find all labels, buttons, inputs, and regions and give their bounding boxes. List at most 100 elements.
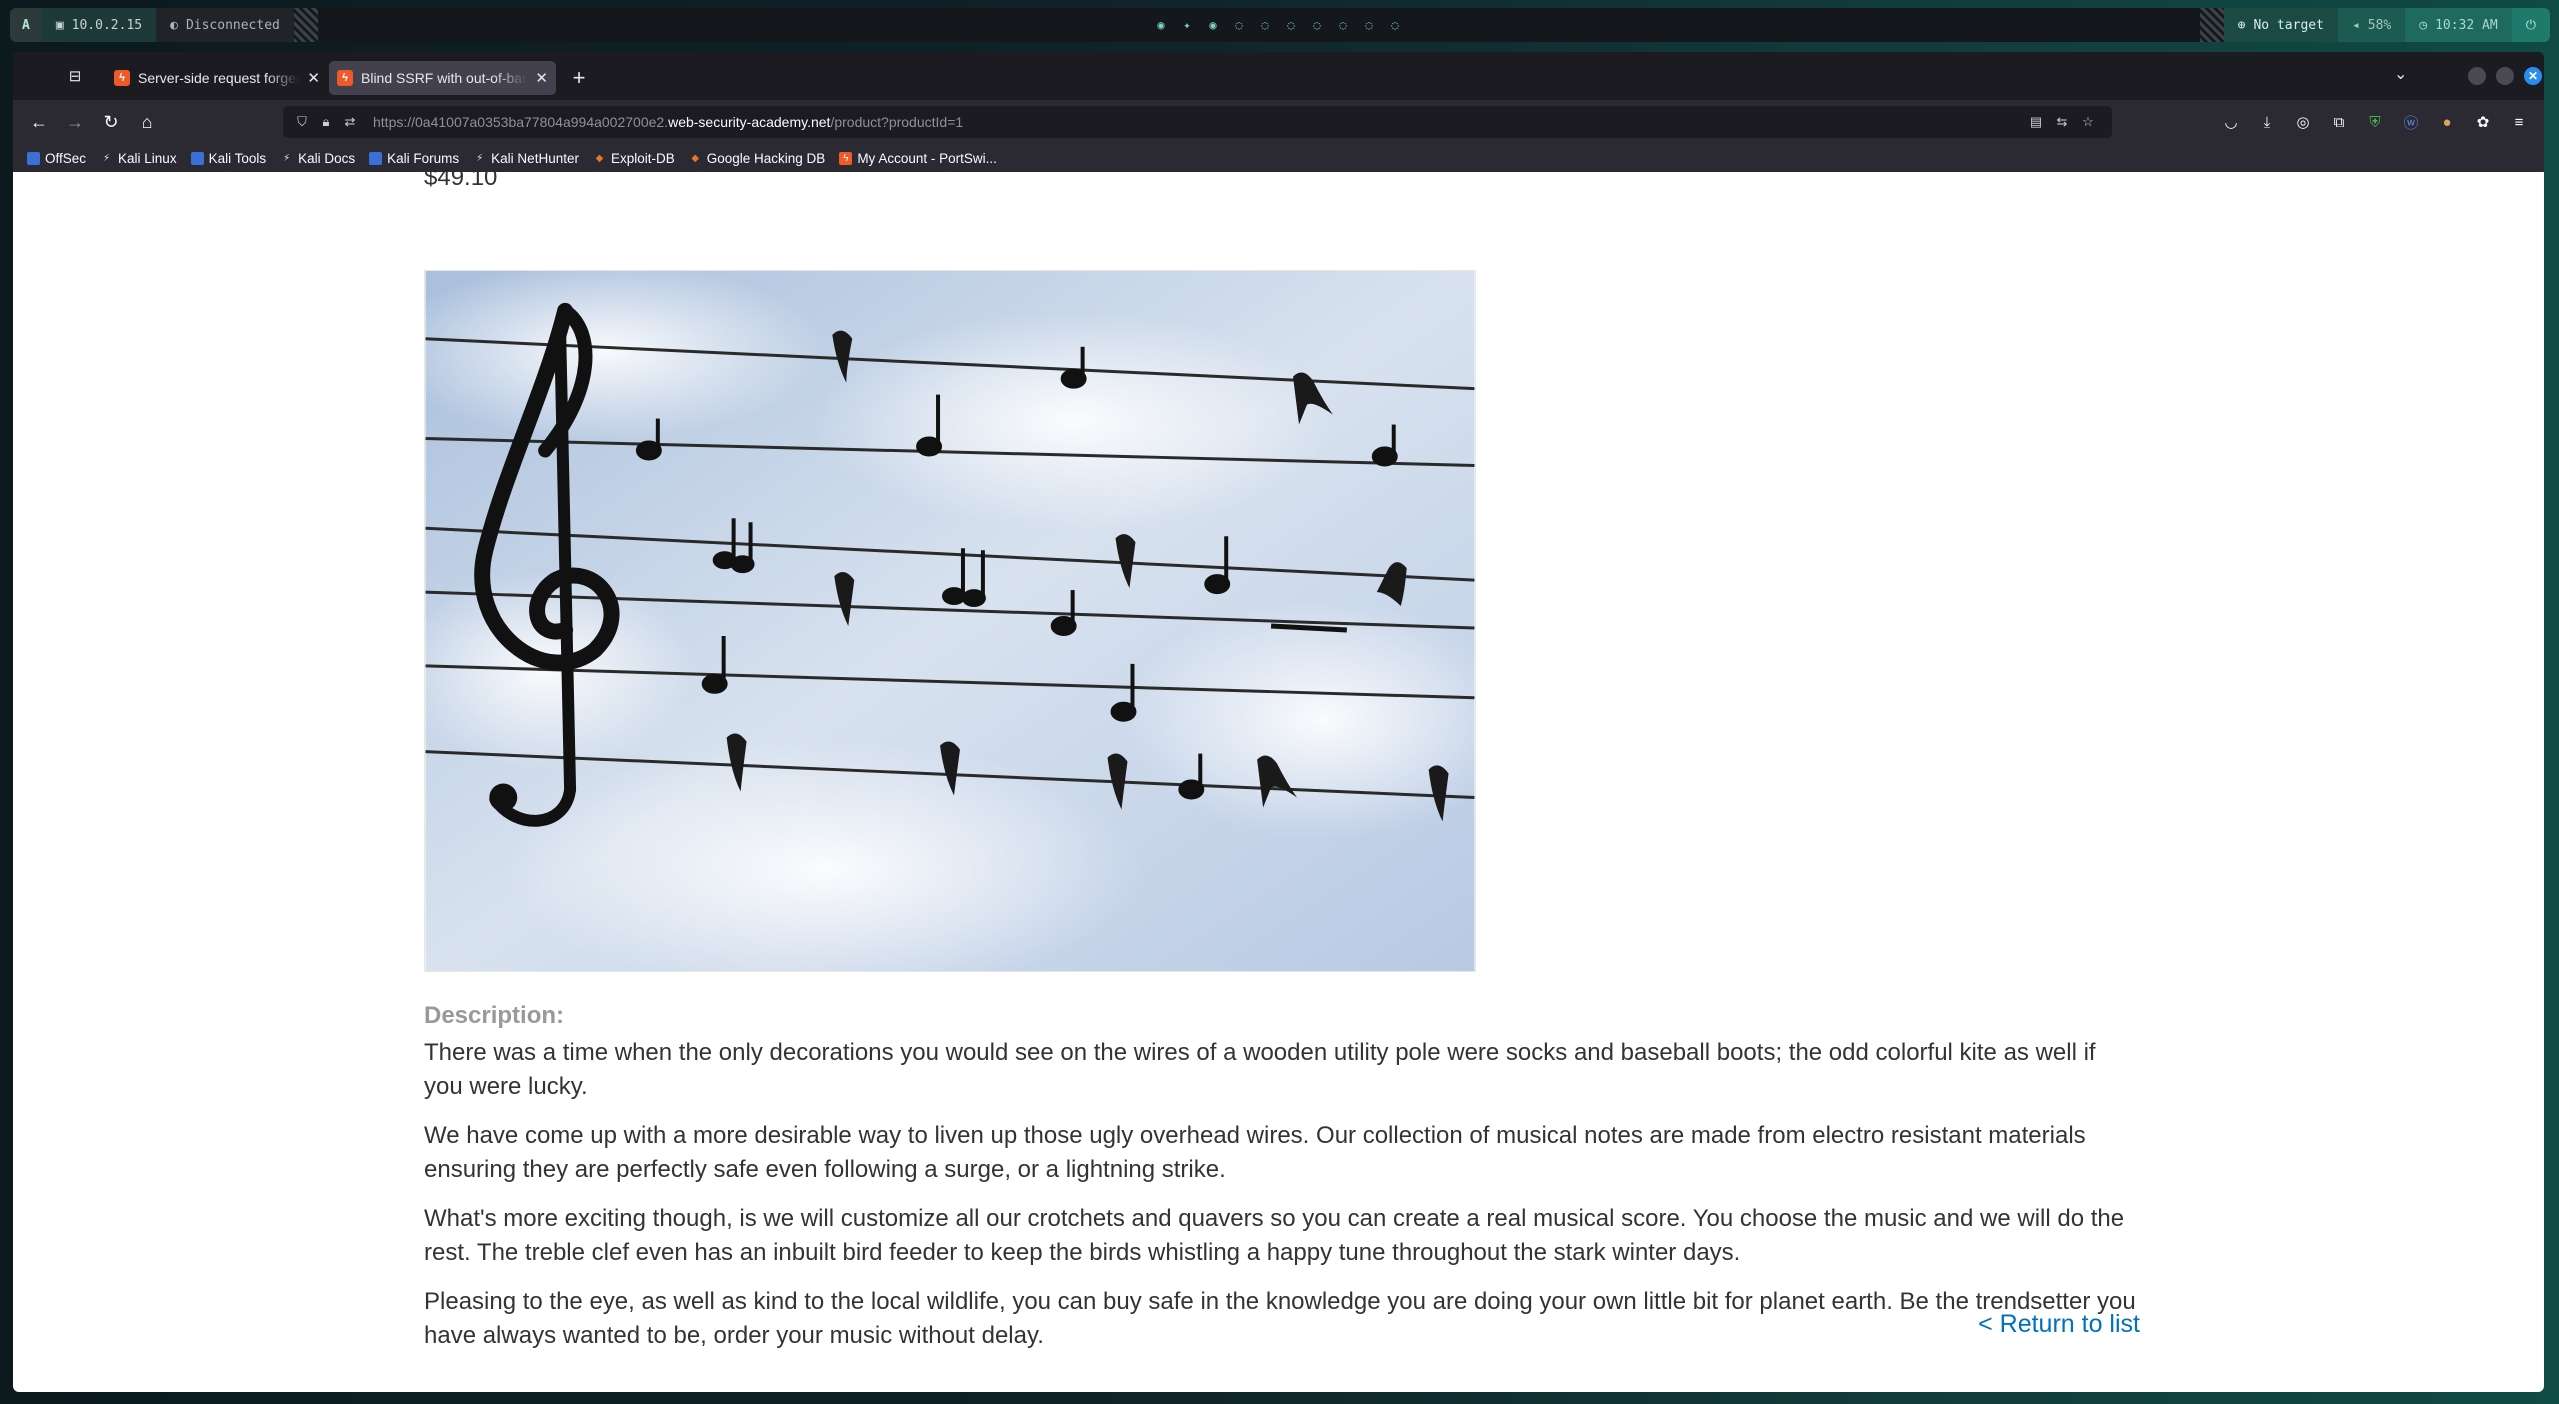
power-button[interactable]: ⏻ xyxy=(2511,8,2550,42)
network-icon: ▣ xyxy=(55,17,64,33)
bookmark-exploit-db[interactable]: ◆ Exploit-DB xyxy=(593,151,675,166)
chevron-down-icon[interactable]: ⌄ xyxy=(2394,64,2407,84)
workspace-icon[interactable]: ◉ xyxy=(1206,18,1220,32)
bookmark-kali-docs[interactable]: ⚡︎ Kali Docs xyxy=(280,151,355,166)
workspace-icon[interactable]: ◌ xyxy=(1336,18,1350,32)
kali-dragon-icon: ⚡︎ xyxy=(103,152,111,164)
panel-separator xyxy=(293,8,318,42)
kali-dragon-icon: ⚡︎ xyxy=(283,152,291,164)
panel-separator xyxy=(2199,8,2224,42)
ghdb-icon: ◆ xyxy=(691,152,700,164)
permissions-icon[interactable]: ⇄ xyxy=(341,113,359,131)
pocket-icon[interactable]: ◡ xyxy=(2220,111,2242,133)
url-prefix: https://0a41007a0353ba77804a994a002700e2… xyxy=(373,114,669,130)
volume-label: 58% xyxy=(2367,17,2392,33)
clock[interactable]: ◷ 10:32 AM xyxy=(2405,8,2512,42)
workspace-icon[interactable]: ◌ xyxy=(1310,18,1324,32)
minimize-button[interactable] xyxy=(2468,67,2486,85)
bookmark-star-icon[interactable]: ☆ xyxy=(2079,113,2097,131)
power-icon: ⏻ xyxy=(2525,17,2536,33)
bookmark-ghdb[interactable]: ◆ Google Hacking DB xyxy=(689,150,826,166)
tab-list-icon[interactable]: ⊟ xyxy=(63,64,87,88)
back-icon[interactable]: ← xyxy=(27,110,51,134)
kali-tools-icon xyxy=(190,151,204,165)
shield-icon[interactable]: ⛉ xyxy=(293,113,311,131)
portswigger-icon: ϟ xyxy=(337,70,353,86)
description-paragraph: Pleasing to the eye, as well as kind to … xyxy=(424,1288,2136,1349)
home-icon[interactable]: ⌂ xyxy=(135,110,159,134)
bookmark-offsec[interactable]: OffSec xyxy=(27,151,86,166)
bookmarks-bar: OffSec ⚡︎ Kali Linux Kali Tools ⚡︎ Kali Do… xyxy=(13,144,2544,172)
exploit-db-icon: ◆ xyxy=(595,152,604,164)
kali-menu-button[interactable]: A xyxy=(10,8,42,42)
menu-icon[interactable]: ≡ xyxy=(2508,111,2530,133)
volume-indicator[interactable]: ◂ 58% xyxy=(2337,8,2406,42)
extensions-icon[interactable]: ⧉ xyxy=(2328,111,2350,133)
close-tab-icon[interactable]: ✕ xyxy=(307,69,320,87)
target-icon: ⊕ xyxy=(2237,17,2246,33)
bookmark-label: Kali Forums xyxy=(387,150,460,166)
kali-forums-icon xyxy=(369,151,383,165)
download-icon[interactable]: ⤓ xyxy=(2256,111,2278,133)
offsec-icon xyxy=(27,151,40,165)
workspace-icon[interactable]: ◌ xyxy=(1388,18,1402,32)
forward-icon[interactable]: → xyxy=(63,110,87,134)
extension-icon[interactable]: ✿ xyxy=(2472,111,2494,133)
system-panel: A ▣ 10.0.2.15 ◐ Disconnected ◉ ✦ ◉ ◌ ◌ ◌… xyxy=(10,8,2550,42)
bookmark-label: Exploit-DB xyxy=(610,150,675,166)
vpn-indicator[interactable]: ◐ Disconnected xyxy=(156,8,294,42)
description-label: Description: xyxy=(424,1002,565,1029)
description-paragraph: We have come up with a more desirable wa… xyxy=(424,1122,2086,1183)
wappalyzer-icon[interactable]: ⓦ xyxy=(2400,111,2422,133)
new-tab-button[interactable]: + xyxy=(565,64,593,92)
description-paragraph: There was a time when the only decoratio… xyxy=(424,1039,2096,1100)
url-path: /product?productId=1 xyxy=(830,114,964,130)
cookie-editor-icon[interactable]: ● xyxy=(2436,111,2458,133)
lock-icon[interactable]: 🔒︎ xyxy=(317,113,335,131)
description-paragraph: What's more exciting though, is we will … xyxy=(424,1205,2125,1266)
translate-icon[interactable]: ⇆ xyxy=(2053,113,2071,131)
bookmark-label: Google Hacking DB xyxy=(706,150,826,166)
bookmark-kali-tools[interactable]: Kali Tools xyxy=(190,151,266,166)
target-label: No target xyxy=(2253,17,2324,33)
bookmark-label: OffSec xyxy=(45,150,87,166)
bookmark-label: Kali NetHunter xyxy=(491,150,579,166)
product-price: $49.10 xyxy=(424,172,498,191)
close-window-button[interactable]: ✕ xyxy=(2524,67,2542,85)
portswigger-icon: ϟ xyxy=(839,151,853,165)
product-image xyxy=(424,270,1476,972)
bookmark-kali-nethunter[interactable]: ⚡︎ Kali NetHunter xyxy=(473,151,579,166)
clock-label: 10:32 AM xyxy=(2435,17,2498,33)
page-content: $49.10 Description: There was a time whe… xyxy=(13,172,2544,1392)
tab-ssrf[interactable]: ϟ Server-side request forgery ✕ xyxy=(106,61,328,95)
reader-view-icon[interactable]: ▤ xyxy=(2027,113,2045,131)
tab-blind-ssrf[interactable]: ϟ Blind SSRF with out-of-band detection … xyxy=(329,61,556,95)
workspace-switcher: ◉ ✦ ◉ ◌ ◌ ◌ ◌ ◌ ◌ ◌ xyxy=(1154,8,1402,42)
kali-dragon-icon: ⚡︎ xyxy=(476,152,484,164)
maximize-button[interactable] xyxy=(2496,67,2514,85)
workspace-icon[interactable]: ◉ xyxy=(1154,18,1168,32)
workspace-icon[interactable]: ◌ xyxy=(1362,18,1376,32)
shield-icon: ◐ xyxy=(170,17,178,33)
ip-indicator[interactable]: ▣ 10.0.2.15 xyxy=(41,8,157,42)
address-bar[interactable]: ⛉ 🔒︎ ⇄ https://0a41007a0353ba77804a994a0… xyxy=(283,106,2112,138)
kali-menu-label: A xyxy=(22,17,30,33)
portswigger-icon: ϟ xyxy=(114,70,130,86)
workspace-icon[interactable]: ◌ xyxy=(1284,18,1298,32)
reload-icon[interactable]: ↻ xyxy=(99,110,123,134)
bookmark-kali-linux[interactable]: ⚡︎ Kali Linux xyxy=(100,151,177,166)
bookmark-portswigger-account[interactable]: ϟ My Account - PortSwi... xyxy=(839,151,997,166)
account-icon[interactable]: ◎ xyxy=(2292,111,2314,133)
nav-bar: ← → ↻ ⌂ ⛉ 🔒︎ ⇄ https://0a41007a0353ba778… xyxy=(13,100,2544,144)
tab-title: Server-side request forgery xyxy=(138,70,300,86)
workspace-icon[interactable]: ◌ xyxy=(1258,18,1272,32)
target-indicator[interactable]: ⊕ No target xyxy=(2223,8,2338,42)
bookmark-label: Kali Linux xyxy=(118,150,177,166)
foxyproxy-icon[interactable]: ⛨ xyxy=(2364,111,2386,133)
url-text[interactable]: https://0a41007a0353ba77804a994a002700e2… xyxy=(373,114,963,130)
workspace-icon[interactable]: ✦ xyxy=(1180,18,1194,32)
bookmark-kali-forums[interactable]: Kali Forums xyxy=(369,151,459,166)
workspace-icon[interactable]: ◌ xyxy=(1232,18,1246,32)
return-to-list-link[interactable]: < Return to list xyxy=(1978,1310,2140,1339)
close-tab-icon[interactable]: ✕ xyxy=(535,69,548,87)
